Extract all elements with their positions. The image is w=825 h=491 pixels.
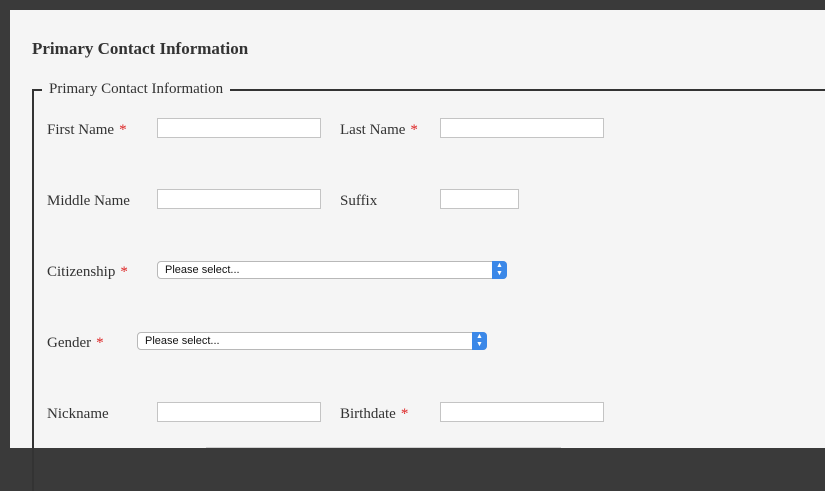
fieldset-legend: Primary Contact Information — [42, 81, 231, 98]
suffix-label: Suffix — [340, 193, 378, 209]
chevron-up-down-icon: ▲ ▼ — [472, 332, 487, 350]
middle-name-label: Middle Name — [47, 193, 130, 209]
birthdate-input[interactable] — [440, 402, 604, 422]
first-name-label: First Name * — [47, 122, 127, 138]
page-title: Primary Contact Information — [32, 39, 249, 58]
required-asterisk: * — [96, 335, 104, 351]
birthdate-label: Birthdate * — [340, 406, 409, 422]
citizenship-selected-value: Please select... — [165, 264, 240, 276]
next-field-edge — [206, 447, 561, 450]
required-asterisk: * — [400, 406, 409, 422]
last-name-label: Last Name * — [340, 122, 418, 138]
gender-selected-value: Please select... — [145, 335, 220, 347]
form-page: Primary Contact Information Primary Cont… — [10, 10, 825, 491]
gender-label: Gender * — [47, 335, 104, 351]
citizenship-label: Citizenship * — [47, 264, 128, 280]
required-asterisk: * — [119, 122, 127, 138]
first-name-input[interactable] — [157, 118, 321, 138]
suffix-input[interactable] — [440, 189, 519, 209]
nickname-label: Nickname — [47, 406, 109, 422]
citizenship-select[interactable]: Please select... ▲ ▼ — [157, 261, 507, 279]
required-asterisk: * — [120, 264, 128, 280]
gender-select[interactable]: Please select... ▲ ▼ — [137, 332, 487, 350]
chevron-up-down-icon: ▲ ▼ — [492, 261, 507, 279]
nickname-input[interactable] — [157, 402, 321, 422]
middle-name-input[interactable] — [157, 189, 321, 209]
contact-fieldset: Primary Contact Information — [32, 81, 825, 491]
required-asterisk: * — [410, 122, 418, 138]
last-name-input[interactable] — [440, 118, 604, 138]
